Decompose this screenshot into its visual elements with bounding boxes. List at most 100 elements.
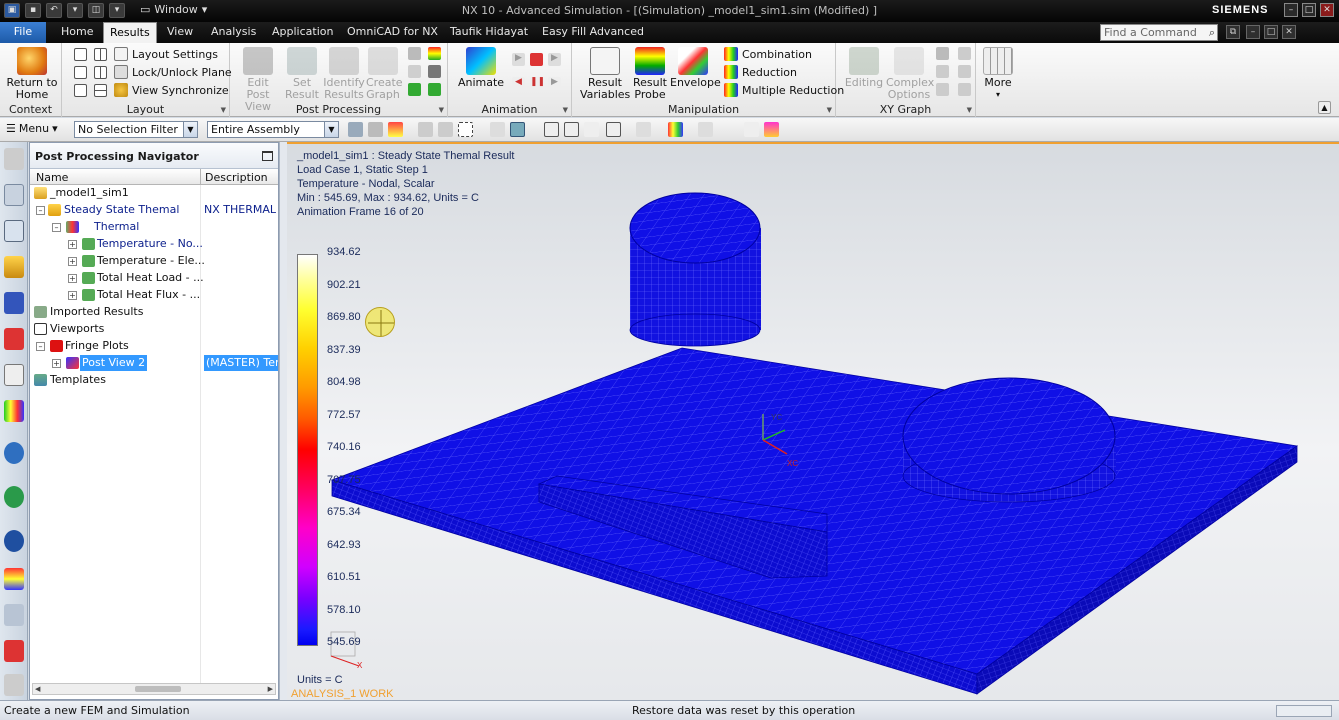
fit-icon[interactable]	[544, 122, 559, 137]
tree-item-post-view-2[interactable]: + Post View 2 (MASTER) Tem	[30, 355, 278, 372]
post-tool-a-icon[interactable]	[408, 47, 421, 60]
menu-button[interactable]: ☰ Menu ▾	[6, 122, 58, 135]
system-materials-icon[interactable]	[4, 674, 24, 696]
color-select-icon[interactable]	[388, 122, 403, 137]
create-graph-button[interactable]: Create Graph	[366, 47, 403, 101]
combination-button[interactable]: Combination	[724, 47, 812, 61]
results-icon[interactable]	[4, 568, 24, 590]
group-expand-icon[interactable]: ▼	[563, 106, 568, 114]
result-probe-button[interactable]: Result Probe	[630, 47, 670, 101]
maximize-button[interactable]: □	[1302, 3, 1316, 17]
arrow-left-icon[interactable]	[408, 83, 421, 96]
constraint-navigator-icon[interactable]	[4, 328, 24, 350]
post-navigator-icon[interactable]	[4, 220, 24, 242]
snap-point-icon[interactable]	[744, 122, 759, 137]
reuse-library-icon[interactable]	[4, 640, 24, 662]
animate-button[interactable]: Animate	[456, 47, 506, 89]
close-button[interactable]: ✕	[1320, 3, 1334, 17]
tab-file[interactable]: File	[0, 22, 46, 43]
render-icon[interactable]	[510, 122, 525, 137]
tree-item-thermal[interactable]: – Thermal	[30, 219, 278, 236]
step-forward-icon[interactable]: ▶	[548, 53, 561, 66]
scroll-left-icon[interactable]: ◀	[35, 684, 40, 694]
highlight-icon[interactable]	[764, 122, 779, 137]
expand-icon[interactable]: +	[68, 291, 77, 300]
assembly-scope-select[interactable]: Entire Assembly ▼	[207, 121, 339, 138]
column-header-name[interactable]: Name	[36, 171, 68, 184]
tree-item-model[interactable]: _model1_sim1	[30, 185, 278, 202]
multiple-reduction-button[interactable]: Multiple Reduction	[724, 83, 844, 97]
identify-results-button[interactable]: Identify Results	[322, 47, 366, 101]
horizontal-scrollbar[interactable]: ◀ ▶	[32, 683, 276, 695]
view-orient-icon[interactable]	[606, 122, 621, 137]
expand-icon[interactable]: +	[68, 240, 77, 249]
expand-icon[interactable]: +	[52, 359, 61, 368]
gear-icon[interactable]	[4, 148, 24, 170]
tree-item-temperature-elemental[interactable]: + Temperature - Ele...	[30, 253, 278, 270]
tree-item-temperature-nodal[interactable]: + Temperature - No...	[30, 236, 278, 253]
group-expand-icon[interactable]: ▼	[967, 106, 972, 114]
group-expand-icon[interactable]: ▼	[221, 106, 226, 114]
tab-view[interactable]: View	[161, 22, 199, 43]
selection-filter-select[interactable]: No Selection Filter ▼	[74, 121, 198, 138]
layout-grid4-icon[interactable]	[94, 66, 107, 79]
layout-grid6-icon[interactable]	[94, 84, 107, 97]
snap-icon[interactable]	[348, 122, 363, 137]
fringe-icon[interactable]	[668, 122, 683, 137]
maximize-navigator-icon[interactable]	[262, 151, 273, 161]
play-icon[interactable]: ▶	[512, 53, 525, 66]
tree-item-viewports[interactable]: Viewports	[30, 321, 278, 338]
return-to-home-button[interactable]: Return to Home	[4, 47, 60, 101]
clock-icon[interactable]	[4, 530, 24, 552]
post-tool-c-icon[interactable]	[408, 65, 421, 78]
column-separator[interactable]	[200, 169, 201, 185]
assembly-navigator-icon[interactable]	[4, 292, 24, 314]
arrow-right-icon[interactable]	[428, 83, 441, 96]
set-result-button[interactable]: Set Result	[282, 47, 322, 101]
curve-icon[interactable]	[438, 122, 453, 137]
ribbon-restore-icon[interactable]: ⧉	[1226, 25, 1240, 39]
layout-grid-icon[interactable]	[94, 48, 107, 61]
xy-tool-c-icon[interactable]	[936, 65, 949, 78]
xy-tool-f-icon[interactable]	[958, 83, 971, 96]
show-hide-icon[interactable]	[698, 122, 713, 137]
reduction-button[interactable]: Reduction	[724, 65, 797, 79]
scrollbar-thumb[interactable]	[135, 686, 181, 692]
mesh-model[interactable]: YC XC X	[287, 144, 1339, 700]
ribbon-close-icon[interactable]: ✕	[1282, 25, 1296, 39]
pause-icon[interactable]: ❚❚	[530, 77, 545, 90]
zoom-icon[interactable]	[564, 122, 579, 137]
xy-tool-e-icon[interactable]	[936, 83, 949, 96]
ribbon-collapse-icon[interactable]: ▲	[1318, 101, 1331, 114]
tab-results[interactable]: Results	[103, 22, 157, 43]
xy-tool-a-icon[interactable]	[936, 47, 949, 60]
post-tool-d-icon[interactable]	[428, 65, 441, 78]
scroll-right-icon[interactable]: ▶	[268, 684, 273, 694]
display-style-icon[interactable]	[636, 122, 651, 137]
layout-settings-button[interactable]: Layout Settings	[114, 47, 218, 61]
tree-item-fringe-plots[interactable]: – Fringe Plots	[30, 338, 278, 355]
info-icon[interactable]	[4, 442, 24, 464]
more-button[interactable]: More ▾	[980, 47, 1016, 101]
envelope-button[interactable]: Envelope	[670, 47, 721, 89]
expand-icon[interactable]: +	[68, 274, 77, 283]
collapse-icon[interactable]: –	[36, 342, 45, 351]
stop-icon[interactable]	[530, 53, 543, 66]
view-synchronize-button[interactable]: View Synchronize	[114, 83, 229, 97]
graphics-window[interactable]: _model1_sim1 : Steady State Themal Resul…	[287, 142, 1339, 700]
tab-easy-fill-advanced[interactable]: Easy Fill Advanced	[536, 22, 650, 43]
lock-unlock-plane-button[interactable]: Lock/Unlock Plane	[114, 65, 232, 79]
minimize-button[interactable]: –	[1284, 3, 1298, 17]
layout-horizontal-icon[interactable]	[74, 84, 87, 97]
tree-item-steady-state-thermal[interactable]: – Steady State Themal NX THERMAL /	[30, 202, 278, 219]
tree-item-total-heat-load[interactable]: + Total Heat Load - ...	[30, 270, 278, 287]
xy-tool-b-icon[interactable]	[958, 47, 971, 60]
history-icon[interactable]	[4, 486, 24, 508]
result-variables-button[interactable]: Result Variables	[580, 47, 630, 101]
layout-single-icon[interactable]	[74, 48, 87, 61]
editing-button[interactable]: Editing	[844, 47, 884, 89]
tree-item-total-heat-flux[interactable]: + Total Heat Flux - ...	[30, 287, 278, 304]
xy-tool-d-icon[interactable]	[958, 65, 971, 78]
tab-application[interactable]: Application	[266, 22, 339, 43]
part-navigator-icon[interactable]	[4, 256, 24, 278]
